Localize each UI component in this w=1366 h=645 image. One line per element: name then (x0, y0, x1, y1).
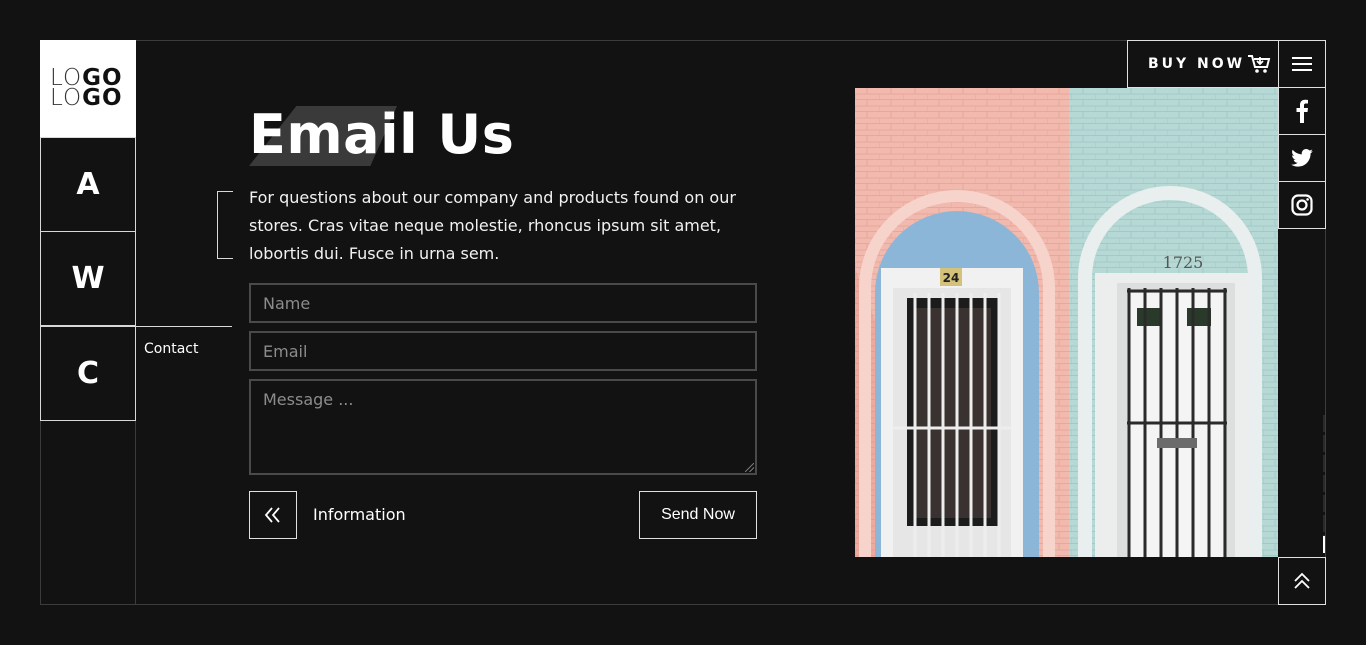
title-block: Email Us (249, 104, 514, 166)
nav-item-label: W (71, 261, 105, 296)
nav-item-w[interactable]: W (40, 231, 136, 326)
double-chevron-up-icon (1294, 572, 1310, 589)
doors-photo: 24 1725 (855, 88, 1278, 557)
menu-button[interactable] (1278, 40, 1326, 88)
instagram-link[interactable] (1278, 181, 1326, 229)
door-number-left: 24 (943, 271, 960, 285)
scroll-to-top-button[interactable] (1278, 557, 1326, 605)
email-input[interactable] (249, 331, 757, 371)
message-textarea[interactable] (249, 379, 757, 475)
page-title: Email Us (249, 103, 515, 166)
description-bracket (217, 191, 233, 259)
name-input[interactable] (249, 283, 757, 323)
buy-now-button[interactable]: BUY NOW (1127, 40, 1279, 88)
double-chevron-left-icon (264, 507, 280, 523)
resize-handle[interactable] (745, 463, 754, 472)
section-scroll-track[interactable] (1323, 415, 1325, 553)
door-number-right: 1725 (1163, 253, 1204, 272)
hamburger-menu-icon (1292, 57, 1312, 71)
twitter-link[interactable] (1278, 134, 1326, 182)
page-description: For questions about our company and prod… (249, 188, 736, 263)
instagram-icon (1291, 194, 1313, 216)
active-nav-label: Contact (144, 341, 199, 357)
cart-icon (1248, 55, 1271, 73)
nav-item-label: C (76, 356, 100, 391)
twitter-icon (1291, 149, 1313, 167)
active-nav-indicator (135, 326, 232, 327)
nav-item-label: A (76, 167, 100, 202)
nav-item-a[interactable]: A (40, 137, 136, 232)
buy-now-label: BUY NOW (1148, 56, 1246, 72)
section-scroll-thumb[interactable] (1323, 536, 1325, 553)
back-label[interactable]: Information (313, 505, 406, 524)
nav-item-c[interactable]: C (40, 326, 136, 421)
facebook-link[interactable] (1278, 87, 1326, 135)
facebook-icon (1296, 99, 1308, 123)
send-button[interactable]: Send Now (639, 491, 757, 539)
logo[interactable]: LOGO LOGO (40, 40, 136, 137)
back-button[interactable] (249, 491, 297, 539)
